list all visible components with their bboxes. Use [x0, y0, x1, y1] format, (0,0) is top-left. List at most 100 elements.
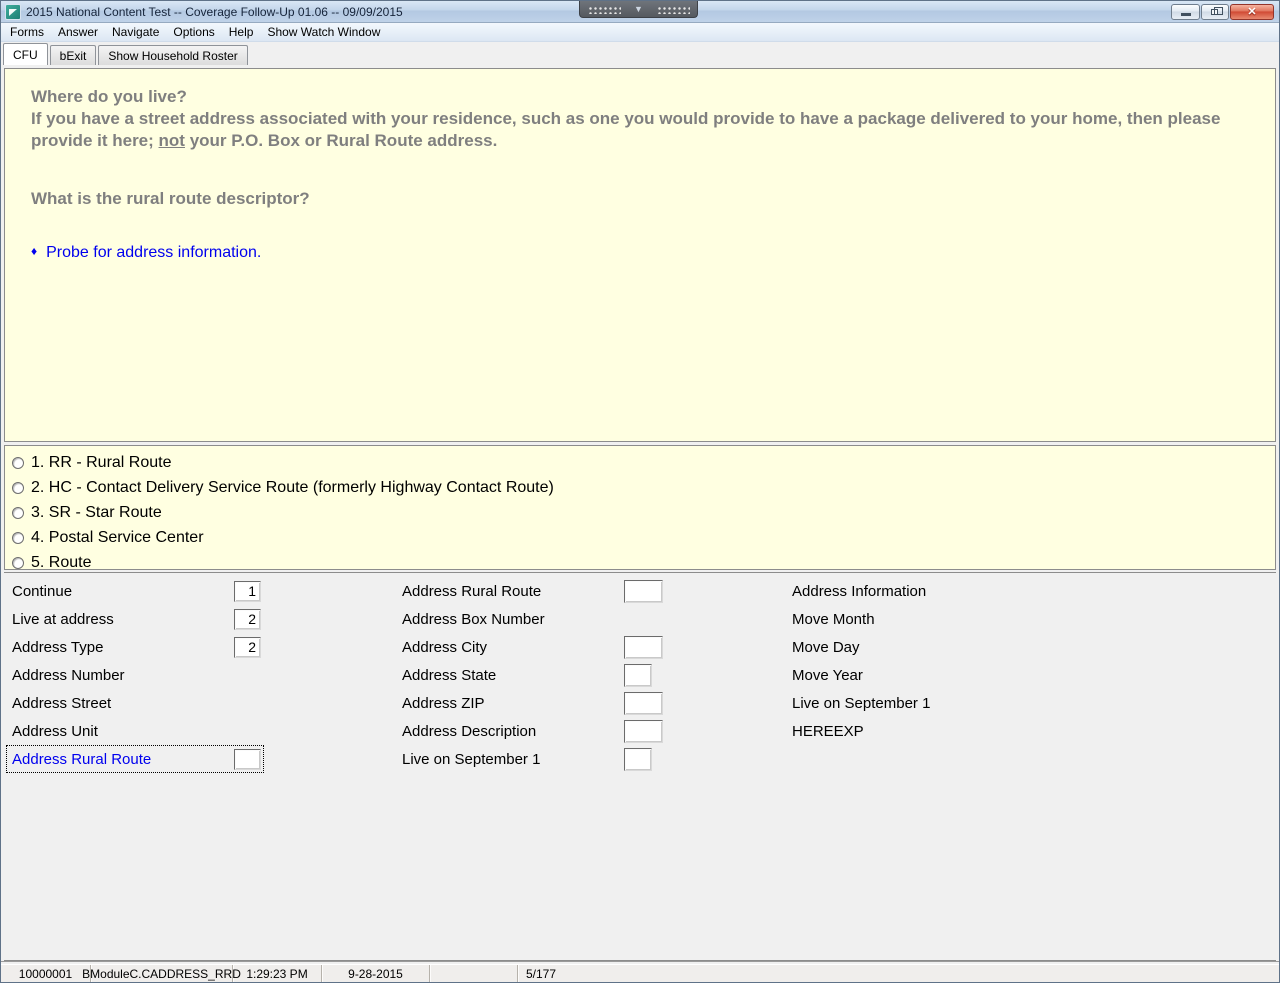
menu-navigate[interactable]: Navigate	[105, 23, 166, 41]
field-label: Continue	[12, 582, 73, 600]
field-column-3: Address Information Move Month Move Day …	[792, 577, 1052, 745]
address-zip-input[interactable]	[624, 691, 663, 715]
title-bar: 2015 National Content Test -- Coverage F…	[1, 1, 1279, 23]
field-row-address-type: Address Type	[12, 633, 264, 661]
question-followup: What is the rural route descriptor?	[31, 189, 310, 208]
radio-icon[interactable]	[12, 506, 24, 519]
interviewer-probe: ♦ Probe for address information.	[31, 244, 1255, 262]
address-rural-route-col2-input[interactable]	[624, 579, 663, 603]
option-star-route[interactable]: 3. SR - Star Route	[12, 500, 1275, 525]
live-on-september-1-input[interactable]	[624, 747, 652, 771]
address-rural-route-input[interactable]	[234, 748, 261, 770]
field-label: Address Number	[12, 666, 125, 684]
status-time: 1:29:23 PM	[233, 965, 322, 982]
screen-share-toolbar[interactable]: ▼	[579, 1, 698, 18]
content-area: Where do you live? If you have a street …	[1, 65, 1279, 961]
field-row-move-month: Move Month	[792, 605, 1052, 633]
continue-input[interactable]	[234, 580, 261, 602]
field-row-address-city: Address City	[402, 633, 664, 661]
status-bar: 10000001 BModuleC.CADDRESS_RRD 1:29:23 P…	[1, 964, 1279, 982]
option-postal-service-center[interactable]: 4. Postal Service Center	[12, 525, 1275, 550]
field-column-1: Continue Live at address Address Type Ad…	[6, 577, 264, 773]
question-text: Where do you live? If you have a street …	[31, 86, 1255, 210]
tab-show-household-roster[interactable]: Show Household Roster	[98, 45, 248, 65]
menu-help[interactable]: Help	[222, 23, 261, 41]
question-paragraph: If you have a street address associated …	[31, 108, 1255, 152]
field-row-address-unit: Address Unit	[12, 717, 264, 745]
diamond-bullet-icon: ♦	[31, 244, 38, 258]
menu-bar: Forms Answer Navigate Options Help Show …	[1, 23, 1279, 42]
field-row-continue: Continue	[12, 577, 264, 605]
status-empty-cell	[430, 965, 518, 982]
field-row-move-day: Move Day	[792, 633, 1052, 661]
radio-icon[interactable]	[12, 531, 24, 544]
restore-button[interactable]	[1201, 4, 1229, 20]
radio-icon[interactable]	[12, 456, 24, 469]
field-row-address-number: Address Number	[12, 661, 264, 689]
field-label: Move Year	[792, 666, 863, 684]
window-controls: ✕	[1170, 4, 1274, 20]
radio-icon[interactable]	[12, 481, 24, 494]
field-label: Address Rural Route	[402, 582, 542, 600]
field-grid-panel: Continue Live at address Address Type Ad…	[4, 572, 1276, 961]
minimize-icon	[1181, 13, 1191, 16]
live-at-address-input[interactable]	[234, 608, 261, 630]
address-type-input[interactable]	[234, 636, 261, 658]
address-city-input[interactable]	[624, 635, 663, 659]
field-label: Address Street	[12, 694, 112, 712]
field-label: Address Box Number	[402, 610, 545, 628]
field-row-move-year: Move Year	[792, 661, 1052, 689]
question-panel: Where do you live? If you have a street …	[4, 68, 1276, 442]
chevron-down-icon[interactable]: ▼	[632, 4, 645, 14]
field-row-hereexp: HEREEXP	[792, 717, 1052, 745]
field-label: Move Month	[792, 610, 875, 628]
option-label: 1. RR - Rural Route	[31, 453, 172, 471]
option-label: 5. Route	[31, 553, 92, 571]
field-label: Live on September 1	[792, 694, 931, 712]
tab-bexit[interactable]: bExit	[49, 45, 97, 65]
address-state-input[interactable]	[624, 663, 652, 687]
question-line-1: Where do you live?	[31, 87, 187, 106]
option-label: 4. Postal Service Center	[31, 528, 204, 546]
field-label: Live at address	[12, 610, 114, 628]
menu-show-watch-window[interactable]: Show Watch Window	[260, 23, 387, 41]
field-row-live-on-september-1: Live on September 1	[402, 745, 664, 773]
field-label: Address ZIP	[402, 694, 485, 712]
close-icon: ✕	[1247, 6, 1257, 18]
field-row-address-description: Address Description	[402, 717, 664, 745]
option-contact-delivery[interactable]: 2. HC - Contact Delivery Service Route (…	[12, 475, 1275, 500]
field-row-live-at-address: Live at address	[12, 605, 264, 633]
field-label: Live on September 1	[402, 750, 541, 768]
field-label: Address City	[402, 638, 488, 656]
field-label: Address Description	[402, 722, 537, 740]
menu-forms[interactable]: Forms	[3, 23, 51, 41]
option-label: 2. HC - Contact Delivery Service Route (…	[31, 478, 554, 496]
status-date: 9-28-2015	[322, 965, 430, 982]
radio-icon[interactable]	[12, 556, 24, 569]
field-row-address-state: Address State	[402, 661, 664, 689]
option-rural-route[interactable]: 1. RR - Rural Route	[12, 450, 1275, 475]
field-column-2: Address Rural Route Address Box Number A…	[402, 577, 664, 773]
field-row-address-rural-route-focused: Address Rural Route	[6, 745, 264, 773]
question-paragraph-underlined: not	[158, 131, 185, 150]
field-row-address-street: Address Street	[12, 689, 264, 717]
field-label: HEREEXP	[792, 722, 864, 740]
option-label: 3. SR - Star Route	[31, 503, 162, 521]
status-case-id: 10000001	[1, 965, 91, 982]
menu-options[interactable]: Options	[166, 23, 221, 41]
address-description-input[interactable]	[624, 719, 663, 743]
status-page-count: 5/177	[526, 966, 557, 981]
field-label: Address Unit	[12, 722, 98, 740]
minimize-button[interactable]	[1171, 4, 1200, 20]
close-button[interactable]: ✕	[1230, 4, 1274, 20]
menu-answer[interactable]: Answer	[51, 23, 105, 41]
field-row-address-zip: Address ZIP	[402, 689, 664, 717]
restore-icon	[1211, 7, 1223, 15]
field-row-address-box-number: Address Box Number	[402, 605, 664, 633]
tab-strip: CFU bExit Show Household Roster	[1, 42, 1279, 65]
tab-cfu[interactable]: CFU	[3, 43, 48, 65]
field-row-address-rural-route: Address Rural Route	[402, 577, 664, 605]
window-title: 2015 National Content Test -- Coverage F…	[26, 4, 403, 19]
field-label: Address Information	[792, 582, 927, 600]
field-label: Address Type	[12, 638, 104, 656]
